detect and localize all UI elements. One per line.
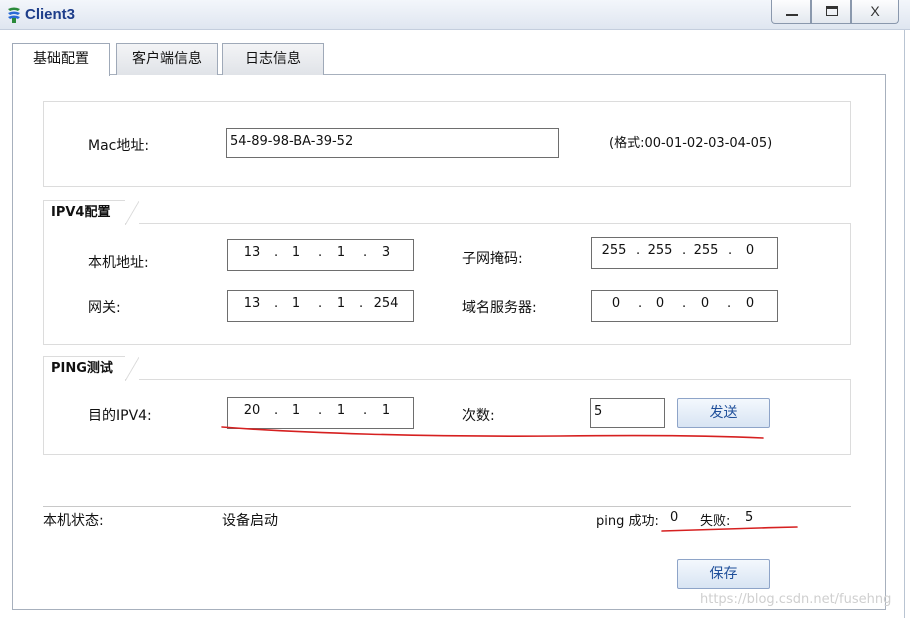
ip-dot: .: [682, 296, 687, 311]
subnet-mask-input[interactable]: 255 . 255 . 255 . 0: [591, 237, 778, 269]
ip-dot: .: [318, 296, 323, 311]
ip-dot: .: [636, 243, 641, 258]
minimize-button[interactable]: [771, 0, 811, 24]
ip-dot: .: [363, 403, 368, 418]
ping-dest-input[interactable]: 20 . 1 . 1 . 1: [227, 397, 414, 429]
tab-client-info[interactable]: 客户端信息: [116, 43, 218, 75]
gateway-input[interactable]: 13 . 1 . 1 . 254: [227, 290, 414, 322]
ip-dot: .: [359, 296, 364, 311]
ip-dot: .: [728, 243, 733, 258]
close-icon: X: [870, 3, 880, 19]
ping-count-label: 次数:: [462, 408, 495, 424]
send-button[interactable]: 发送: [677, 398, 770, 428]
watermark: https://blog.csdn.net/fusehng: [700, 592, 892, 607]
ping-section-title: PING测试: [43, 356, 139, 381]
ip-octet: 1: [291, 245, 301, 260]
status-value: 设备启动: [222, 513, 278, 529]
ip-dot: .: [682, 243, 687, 258]
mac-label: Mac地址:: [88, 138, 150, 154]
status-divider: [43, 506, 851, 507]
maximize-button[interactable]: [811, 0, 851, 24]
ip-dot: .: [727, 296, 732, 311]
ip-octet: 1: [381, 403, 391, 418]
subnet-mask-label: 子网掩码:: [462, 251, 523, 267]
mac-format-hint: (格式:00-01-02-03-04-05): [609, 136, 773, 151]
ip-dot: .: [318, 245, 323, 260]
client-app-icon: [8, 7, 20, 23]
ip-octet: 0: [611, 296, 621, 311]
ipv4-section-title: IPV4配置: [43, 200, 139, 225]
ip-dot: .: [274, 296, 279, 311]
gateway-label: 网关:: [88, 300, 121, 316]
ip-dot: .: [318, 403, 323, 418]
ip-octet: 1: [336, 245, 346, 260]
mac-input[interactable]: 54-89-98-BA-39-52: [226, 128, 559, 158]
window-right-border: [904, 30, 905, 618]
close-button[interactable]: X: [851, 0, 899, 24]
ip-octet: 0: [655, 296, 665, 311]
window-title: Client3: [25, 6, 76, 23]
ip-octet: 255: [647, 243, 673, 258]
title-bar: Client3 X: [0, 0, 910, 30]
ip-octet: 0: [745, 296, 755, 311]
ip-dot: .: [274, 245, 279, 260]
ip-octet: 1: [291, 403, 301, 418]
ip-octet: 254: [373, 296, 399, 311]
tab-log-info[interactable]: 日志信息: [222, 43, 324, 75]
ping-success-label: ping 成功:: [596, 514, 659, 529]
ip-octet: 1: [336, 403, 346, 418]
ip-dot: .: [274, 403, 279, 418]
dns-input[interactable]: 0 . 0 . 0 . 0: [591, 290, 778, 322]
ip-dot: .: [638, 296, 643, 311]
maximize-icon: [826, 6, 838, 16]
ping-fail-label: 失败:: [700, 514, 731, 529]
ip-octet: 0: [700, 296, 710, 311]
status-label: 本机状态:: [43, 513, 104, 529]
local-ip-input[interactable]: 13 . 1 . 1 . 3: [227, 239, 414, 271]
ping-dest-label: 目的IPV4:: [88, 408, 152, 424]
ip-octet: 13: [243, 296, 261, 311]
ip-octet: 13: [243, 245, 261, 260]
ip-octet: 1: [336, 296, 346, 311]
ip-octet: 20: [243, 403, 261, 418]
ip-octet: 255: [693, 243, 719, 258]
dns-label: 域名服务器:: [462, 300, 537, 316]
ping-success-count: 0: [670, 510, 679, 525]
ip-octet: 0: [745, 243, 755, 258]
tab-basic-config[interactable]: 基础配置: [12, 43, 110, 76]
ping-fail-count: 5: [745, 510, 754, 525]
local-ip-label: 本机地址:: [88, 255, 149, 271]
ip-octet: 1: [291, 296, 301, 311]
ping-count-input[interactable]: 5: [590, 398, 665, 428]
ip-octet: 3: [381, 245, 391, 260]
ip-octet: 255: [601, 243, 627, 258]
minimize-icon: [786, 14, 798, 16]
save-button[interactable]: 保存: [677, 559, 770, 589]
ip-dot: .: [363, 245, 368, 260]
